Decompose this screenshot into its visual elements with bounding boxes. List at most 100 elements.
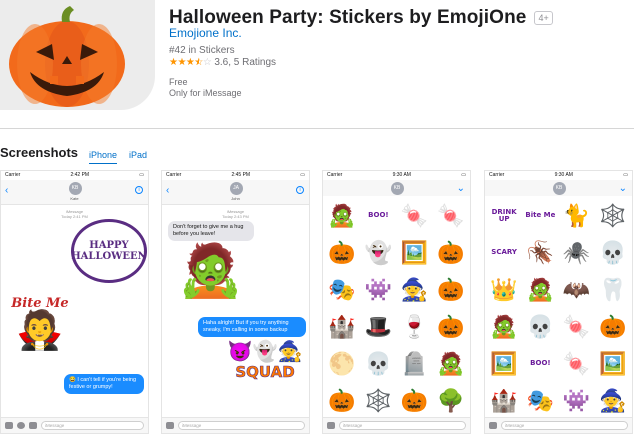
chevron-down-icon: ⌄ [456,183,465,194]
status-time: 2:45 PM [231,172,251,178]
developer-link[interactable]: Emojione Inc. [169,26,242,40]
sticker-item[interactable]: 💀 [596,235,630,270]
message-bubble-incoming: Don't forget to give me a hug before you… [168,221,254,241]
message-input[interactable]: iMessage [501,421,628,430]
sticker-item[interactable]: 🦇 [560,272,594,307]
rating-row: ★★★☆ ★ ☆ 3.6, 5 Ratings [169,57,276,68]
platform-note: Only for iMessage [169,88,242,98]
screenshot-4[interactable]: Carrier 9:30 AM ▭ KB Kate ⌄ DRINK UPBite… [484,170,633,434]
sticker-item[interactable]: 🪦 [398,346,432,381]
sticker-item[interactable]: 🎃 [434,235,468,270]
sticker-grid: 🧟BOO!🍬🍬🎃👻🖼️🎃🎭👾🧙🎃🏰🎩🍷🎃🌕💀🪦🧟🎃🕸️🎃🌳💀🍬🌑🎃 [323,196,470,433]
digital-touch-icon[interactable] [17,422,25,429]
sticker-item[interactable]: SCARY [487,235,521,270]
sticker-item[interactable]: 🍬 [434,198,468,233]
mummy-sticker: 🧟 [178,242,243,300]
sticker-item[interactable]: 🎃 [434,309,468,344]
sticker-item[interactable]: 🏰 [487,383,521,418]
app-store-icon[interactable] [29,422,37,429]
chevron-left-icon: ‹ [5,185,9,196]
sticker-item[interactable]: 🍬 [398,198,432,233]
status-time: 9:30 AM [392,172,411,178]
app-store-icon[interactable] [327,422,335,429]
status-time: 2:42 PM [70,172,90,178]
compose-bar: iMessage [323,417,470,433]
message-input[interactable]: iMessage [41,421,144,430]
tab-iphone[interactable]: iPhone [89,150,118,164]
sticker-item[interactable]: 🕸️ [361,383,395,418]
sticker-item[interactable]: 🧟 [325,198,359,233]
conversation-header: ‹ JA John i [162,180,309,205]
sticker-item[interactable]: 🧟 [434,346,468,381]
sticker-item[interactable]: 🏰 [325,309,359,344]
sticker-item[interactable]: 🖼️ [596,346,630,381]
status-time: 9:30 AM [554,172,573,178]
info-icon: i [296,186,304,194]
sticker-item[interactable]: Bite Me [523,198,557,233]
status-bar: Carrier 9:30 AM ▭ [323,171,470,180]
sticker-item[interactable]: 🎃 [434,272,468,307]
sticker-item[interactable]: 👑 [487,272,521,307]
avatar: KB [552,182,566,195]
sticker-item[interactable]: 🎩 [361,309,395,344]
carrier-label: Carrier [5,172,21,178]
sticker-item[interactable]: 👾 [560,383,594,418]
sticker-item[interactable]: 🕷️ [560,235,594,270]
message-input[interactable]: iMessage [339,421,466,430]
camera-icon[interactable] [5,422,13,429]
sticker-item[interactable]: BOO! [523,346,557,381]
sticker-item[interactable]: 💀 [361,346,395,381]
app-icon [0,0,155,110]
divider [0,128,634,129]
sticker-item[interactable]: 🐈 [560,198,594,233]
jack-o-lantern-icon [9,6,125,107]
chevron-left-icon: ‹ [166,185,170,196]
avatar: KB [390,182,404,195]
message-timestamp: iMessage Today 2:41 PM [61,209,88,219]
section-title-screenshots: Screenshots [0,145,79,160]
sticker-item[interactable]: 🌳 [434,383,468,418]
sticker-item[interactable]: BOO! [361,198,395,233]
sticker-item[interactable]: 🍬 [560,346,594,381]
sticker-item[interactable]: 🖼️ [398,235,432,270]
app-store-icon[interactable] [166,422,174,429]
sticker-item[interactable]: 🎭 [523,383,557,418]
sticker-item[interactable]: 🧙 [398,272,432,307]
vampire-icon: 🧛 [16,310,64,352]
battery-icon: ▭ [623,172,628,178]
battery-icon: ▭ [139,172,144,178]
sticker-item[interactable]: 💀 [523,309,557,344]
sticker-item[interactable]: 🎭 [325,272,359,307]
sticker-item[interactable]: 🎃 [325,383,359,418]
sticker-item[interactable]: 👻 [361,235,395,270]
sticker-item[interactable]: 🖼️ [487,346,521,381]
info-icon: i [135,186,143,194]
sticker-item[interactable]: DRINK UP [487,198,521,233]
sticker-item[interactable]: 🦷 [596,272,630,307]
sticker-item[interactable]: 🪳 [523,235,557,270]
carrier-label: Carrier [166,172,182,178]
squad-sticker: 😈👻🧙 SQUAD [222,341,308,381]
sticker-item[interactable]: 🧟 [523,272,557,307]
sticker-item[interactable]: 🌕 [325,346,359,381]
star-rating-icon: ★★★☆ ★ ☆ [169,57,212,68]
sticker-item[interactable]: 🍷 [398,309,432,344]
status-bar: Carrier 9:30 AM ▭ [485,171,632,180]
sticker-item[interactable]: 🍬 [560,309,594,344]
sticker-item[interactable]: 🧙 [596,383,630,418]
avatar: JA [229,182,243,195]
tab-ipad[interactable]: iPad [129,150,147,164]
conversation-header: ‹ KB Kate i [1,180,148,205]
screenshot-3[interactable]: Carrier 9:30 AM ▭ KB Kate ⌄ 🧟BOO!🍬🍬🎃👻🖼️🎃… [322,170,471,434]
sticker-item[interactable]: 🕸️ [596,198,630,233]
app-store-icon[interactable] [489,422,497,429]
screenshot-1[interactable]: Carrier 2:42 PM ▭ ‹ KB Kate i iMessage T… [0,170,149,434]
screenshot-2[interactable]: Carrier 2:45 PM ▭ ‹ JA John i iMessage T… [161,170,310,434]
sticker-item[interactable]: 🎃 [398,383,432,418]
sticker-item[interactable]: 🎃 [596,309,630,344]
sticker-item[interactable]: 👾 [361,272,395,307]
sticker-item[interactable]: 🧟 [487,309,521,344]
compose-bar: iMessage [1,417,148,433]
message-input[interactable]: iMessage [178,421,305,430]
sticker-item[interactable]: 🎃 [325,235,359,270]
